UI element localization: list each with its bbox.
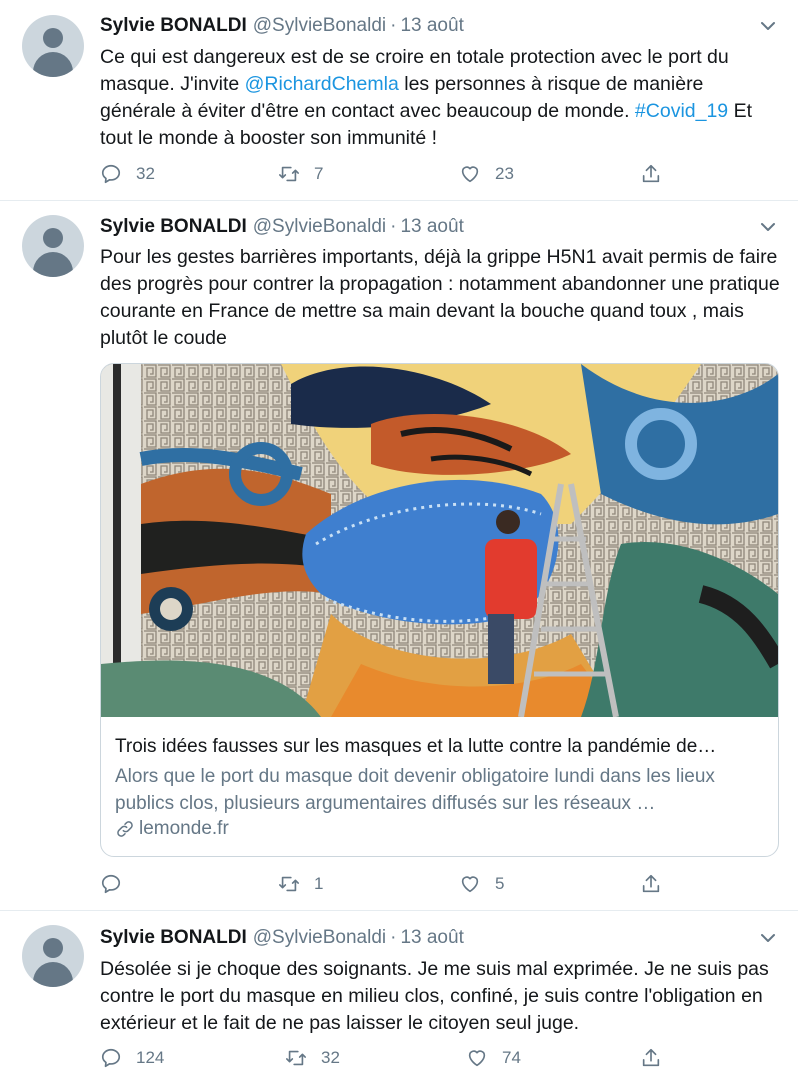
retweet-icon bbox=[279, 876, 299, 892]
link-icon bbox=[117, 821, 133, 837]
card-domain: lemonde.fr bbox=[115, 818, 229, 840]
tweet-text: Désolée si je choque des soignants. Je m… bbox=[100, 958, 769, 1034]
like-count: 74 bbox=[502, 1048, 521, 1067]
card-domain-text: lemonde.fr bbox=[139, 818, 229, 839]
tweet-actions: 124 32 74 bbox=[100, 1045, 700, 1071]
retweet-icon bbox=[286, 1050, 306, 1066]
author-name[interactable]: Sylvie BONALDI bbox=[100, 15, 247, 36]
tweet-date[interactable]: 13 août bbox=[400, 15, 463, 36]
reply-icon bbox=[101, 874, 121, 894]
card-description: Alors que le port du masque doit devenir… bbox=[115, 766, 715, 814]
like-button[interactable]: 74 bbox=[466, 1045, 521, 1071]
heart-icon bbox=[468, 1050, 486, 1067]
retweet-count: 7 bbox=[314, 164, 324, 183]
tweet-date[interactable]: 13 août bbox=[400, 927, 463, 948]
link-card[interactable]: Trois idées fausses sur les masques et l… bbox=[100, 363, 779, 857]
reply-icon bbox=[101, 164, 121, 184]
hashtag-link[interactable]: #Covid_19 bbox=[635, 100, 728, 122]
retweet-button[interactable]: 7 bbox=[278, 161, 323, 187]
like-count: 23 bbox=[495, 164, 514, 183]
reply-count: 32 bbox=[136, 164, 155, 183]
reply-count: 124 bbox=[136, 1048, 165, 1067]
heart-icon bbox=[461, 166, 479, 183]
chevron-down-icon[interactable] bbox=[760, 219, 776, 235]
tweet-date[interactable]: 13 août bbox=[400, 216, 463, 237]
like-button[interactable]: 5 bbox=[459, 871, 504, 897]
tweet-text: Ce qui est dangereux est de se croire en… bbox=[100, 46, 752, 149]
tweet-header: Sylvie BONALDI @SylvieBonaldi · 13 août bbox=[100, 927, 464, 948]
author-handle[interactable]: @SylvieBonaldi bbox=[253, 216, 386, 237]
share-icon bbox=[642, 874, 660, 893]
share-button[interactable] bbox=[640, 1045, 662, 1071]
retweet-icon bbox=[279, 166, 299, 182]
like-button[interactable]: 23 bbox=[459, 161, 514, 187]
author-name[interactable]: Sylvie BONALDI bbox=[100, 216, 247, 237]
author-handle[interactable]: @SylvieBonaldi bbox=[253, 927, 386, 948]
chevron-down-icon[interactable] bbox=[760, 930, 776, 946]
reply-button[interactable]: 32 bbox=[100, 161, 155, 187]
avatar[interactable] bbox=[22, 15, 84, 77]
avatar[interactable] bbox=[22, 925, 84, 987]
retweet-count: 1 bbox=[314, 874, 324, 893]
tweet-actions: 32 7 23 bbox=[100, 161, 700, 187]
card-image[interactable] bbox=[101, 364, 778, 717]
tweet-header: Sylvie BONALDI @SylvieBonaldi · 13 août bbox=[100, 216, 464, 237]
reply-button[interactable] bbox=[100, 871, 136, 897]
share-button[interactable] bbox=[640, 161, 662, 187]
reply-icon bbox=[101, 1048, 121, 1068]
reply-button[interactable]: 124 bbox=[100, 1045, 164, 1071]
retweet-button[interactable]: 1 bbox=[278, 871, 323, 897]
like-count: 5 bbox=[495, 874, 505, 893]
tweet-divider bbox=[0, 910, 798, 911]
mention-link[interactable]: @RichardChemla bbox=[245, 73, 399, 95]
avatar[interactable] bbox=[22, 215, 84, 277]
share-button[interactable] bbox=[640, 871, 662, 897]
tweet-divider bbox=[0, 200, 798, 201]
heart-icon bbox=[461, 876, 479, 893]
retweet-button[interactable]: 32 bbox=[285, 1045, 340, 1071]
chevron-down-icon[interactable] bbox=[760, 18, 776, 34]
card-title[interactable]: Trois idées fausses sur les masques et l… bbox=[115, 736, 716, 758]
author-name[interactable]: Sylvie BONALDI bbox=[100, 927, 247, 948]
tweet-actions: 1 5 bbox=[100, 871, 700, 897]
retweet-count: 32 bbox=[321, 1048, 340, 1067]
tweet-text: Pour les gestes barrières importants, dé… bbox=[100, 246, 780, 349]
share-icon bbox=[642, 1048, 660, 1067]
tweet-header: Sylvie BONALDI @SylvieBonaldi · 13 août bbox=[100, 15, 464, 36]
author-handle[interactable]: @SylvieBonaldi bbox=[253, 15, 386, 36]
share-icon bbox=[642, 164, 660, 183]
